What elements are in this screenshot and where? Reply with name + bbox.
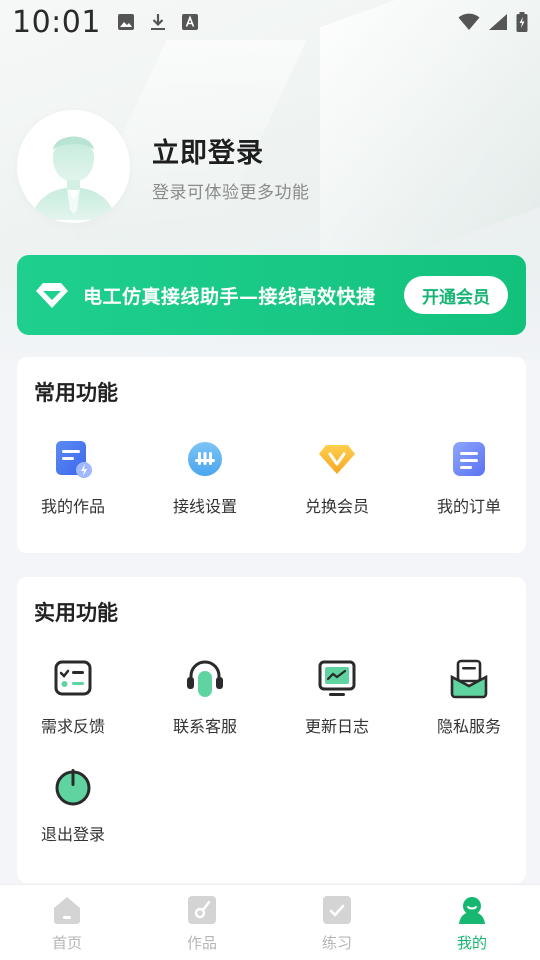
monitor-icon [318,660,356,696]
tab-home[interactable]: 首页 [17,895,117,953]
user-avatar-icon [17,110,130,223]
grid-item-wiring-settings[interactable]: 接线设置 [150,439,260,517]
redeem-vip-icon [319,445,355,474]
vip-banner-text: 电工仿真接线助手—接线高效快捷 [83,285,376,308]
grid-item-privacy[interactable]: 隐私服务 [414,659,524,737]
grid-item-my-works[interactable]: 我的作品 [18,439,128,517]
tab-practice[interactable]: 练习 [287,895,387,953]
bottom-tab-bar: 首页 作品 练习 我的 [0,884,540,960]
grid-item-my-orders[interactable]: 我的订单 [414,439,524,517]
tab-label: 作品 [186,934,217,952]
open-vip-button[interactable]: 开通会员 [404,276,508,314]
grid-item-logout[interactable]: 退出登录 [18,767,128,845]
power-icon [55,769,91,806]
grid-item-label: 兑换会员 [304,497,369,516]
battery-icon [516,12,528,32]
home-icon [54,897,80,924]
grid-item-redeem-vip[interactable]: 兑换会员 [282,439,392,517]
common-functions-title: 常用功能 [34,381,118,405]
grid-item-label: 接线设置 [172,497,237,516]
vip-banner[interactable]: 电工仿真接线助手—接线高效快捷 开通会员 [17,255,526,335]
grid-item-label: 联系客服 [172,717,237,736]
signal-icon [489,14,507,30]
grid-item-label: 隐私服务 [436,717,501,736]
practical-functions-card: 实用功能 需求反馈 联系客服 更新日志 隐私服务 退出登录 [17,577,526,883]
headset-icon [187,660,223,697]
grid-item-label: 我的订单 [436,497,501,516]
orders-icon [453,442,485,476]
practical-functions-title: 实用功能 [34,601,118,625]
diamond-icon [36,283,68,308]
tab-works[interactable]: 作品 [152,895,252,953]
practice-icon [323,896,351,924]
tab-label: 练习 [321,934,352,952]
grid-item-changelog[interactable]: 更新日志 [282,659,392,737]
grid-item-label: 退出登录 [40,825,105,844]
tab-mine[interactable]: 我的 [422,895,522,953]
wiring-settings-icon [188,442,222,476]
login-title[interactable]: 立即登录 [152,131,310,170]
grid-item-label: 我的作品 [40,497,105,516]
common-functions-card: 常用功能 我的作品 接线设置 兑换会员 我的订单 [17,357,526,553]
tab-label: 首页 [51,934,82,952]
profile-icon [459,897,485,924]
grid-item-label: 需求反馈 [40,717,105,736]
wifi-icon [458,13,480,30]
grid-item-feedback[interactable]: 需求反馈 [18,659,128,737]
works-icon [56,441,92,478]
download-icon [150,14,165,30]
works-tab-icon [188,896,216,924]
feedback-icon [54,660,92,696]
grid-item-label: 更新日志 [304,717,369,736]
login-subtitle: 登录可体验更多功能 [152,182,310,203]
tab-label: 我的 [456,934,487,952]
profile-header[interactable]: 立即登录 登录可体验更多功能 [17,110,310,223]
status-time: 10:01 [12,4,101,40]
text-icon [181,14,198,30]
status-bar: 10:01 [0,0,540,44]
avatar[interactable] [17,110,130,223]
image-icon [117,14,134,30]
grid-item-contact-support[interactable]: 联系客服 [150,659,260,737]
privacy-icon [450,659,488,699]
